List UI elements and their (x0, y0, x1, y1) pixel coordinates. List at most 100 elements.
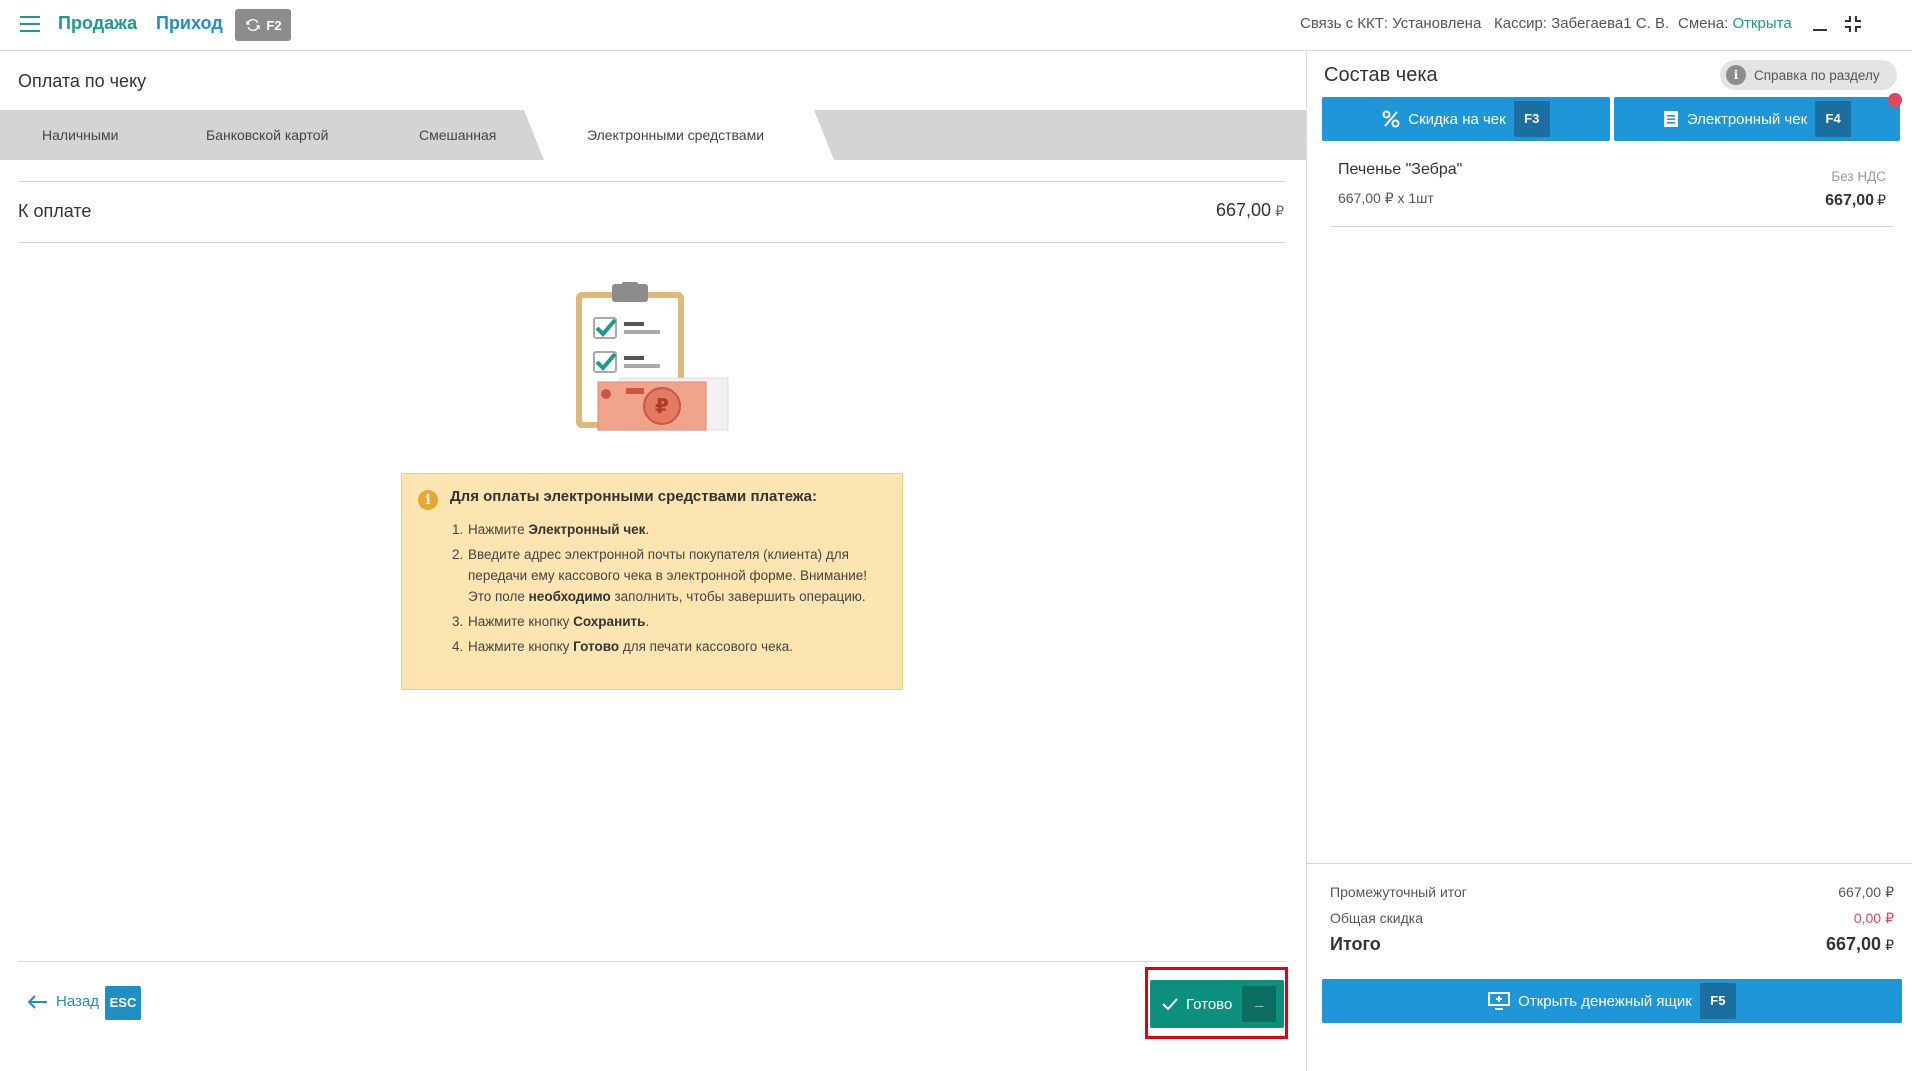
discount-total-value: 0,00 ₽ (1854, 910, 1894, 927)
cash-drawer-label: Открыть денежный ящик (1518, 992, 1692, 1010)
refresh-icon (246, 18, 261, 32)
step-number: 1. (452, 522, 464, 537)
subtotal-row: Промежуточный итог 667,00 ₽ (1330, 884, 1894, 901)
item-name: Печенье "Зебра" (1338, 161, 1463, 178)
item-vat: Без НДС (1831, 169, 1886, 184)
ready-label: Готово (1186, 995, 1233, 1013)
sync-button[interactable]: F2 (235, 9, 291, 41)
info-icon: i (418, 490, 438, 510)
exit-fullscreen-icon[interactable] (1843, 14, 1863, 34)
tab-electronic[interactable]: Электронными средствами (587, 110, 764, 160)
cashier-label: Кассир: (1494, 15, 1547, 32)
step-bold: Электронный чек (528, 522, 646, 537)
step-number: 4. (452, 639, 464, 654)
checkmark-icon (1162, 998, 1178, 1011)
currency-symbol: ₽ (1275, 203, 1284, 219)
echeck-label: Электронный чек (1686, 110, 1808, 128)
shift-value: Открыта (1732, 15, 1792, 32)
nav-sale[interactable]: Продажа (58, 13, 137, 34)
item-quantity: 667,00 ₽ х 1шт (1338, 190, 1434, 206)
tab-cash[interactable]: Наличными (42, 110, 118, 160)
item-price-number: 667,00 (1825, 192, 1875, 209)
total-label: Итого (1330, 934, 1381, 954)
total-value: 667,00 ₽ (1826, 934, 1894, 955)
panel-separator (1306, 51, 1307, 1071)
currency-symbol: ₽ (1885, 937, 1894, 953)
help-button[interactable]: i Справка по разделу (1720, 60, 1897, 90)
discount-label: Скидка на чек (1408, 110, 1506, 128)
discount-key: F3 (1513, 101, 1550, 137)
step-text: Нажмите кнопку (468, 639, 574, 654)
divider (1330, 226, 1894, 227)
step-bold: Сохранить (573, 614, 646, 629)
open-cash-drawer-button[interactable]: Открыть денежный ящик F5 (1322, 979, 1902, 1023)
instruction-step: 2. Введите адрес электронной почты покуп… (452, 544, 886, 607)
echeck-key: F4 (1815, 101, 1852, 137)
total-row: Итого 667,00 ₽ (1330, 934, 1894, 955)
step-text: заполнить, чтобы завершить операцию. (610, 589, 866, 604)
discount-total-label: Общая скидка (1330, 910, 1424, 926)
amount-due-label: К оплате (18, 201, 92, 221)
step-text: для печати кассового чека. (619, 639, 794, 654)
echeck-button[interactable]: Электронный чек F4 (1614, 97, 1900, 141)
shift-label: Смена: (1678, 15, 1729, 32)
ready-button[interactable]: Готово _ (1150, 980, 1284, 1028)
document-icon (1663, 111, 1678, 127)
nav-income[interactable]: Приход (156, 13, 223, 34)
percent-icon (1382, 110, 1400, 128)
subtotal-number: 667,00 (1838, 884, 1882, 900)
discount-total-row: Общая скидка 0,00 ₽ (1330, 910, 1894, 927)
step-text: . (645, 614, 650, 629)
ready-key-badge: _ (1242, 986, 1276, 1022)
step-text: Нажмите кнопку (468, 614, 574, 629)
tab-card[interactable]: Банковской картой (206, 110, 328, 160)
total-number: 667,00 (1826, 934, 1882, 954)
tab-mixed[interactable]: Смешанная (419, 110, 496, 160)
instructions-title: Для оплаты электронными средствами плате… (450, 488, 818, 505)
divider (18, 961, 1286, 962)
clipboard-payment-illustration: ₽ (576, 282, 729, 431)
help-label: Справка по разделу (1754, 67, 1880, 83)
currency-symbol: ₽ (1877, 192, 1886, 208)
divider (18, 242, 1286, 243)
esc-key-badge[interactable]: ESC (105, 986, 141, 1020)
step-text: . (645, 522, 650, 537)
svg-text:₽: ₽ (655, 394, 669, 418)
arrow-left-icon (28, 994, 47, 1009)
minimize-icon[interactable] (1810, 14, 1830, 34)
cash-drawer-icon (1488, 992, 1511, 1010)
divider (1306, 863, 1912, 864)
shift-status: Смена: Открыта (1678, 15, 1792, 32)
step-bold: необходимо (528, 589, 611, 604)
instruction-step: 1. Нажмите Электронный чек. (452, 519, 886, 540)
page-title: Оплата по чеку (18, 71, 147, 91)
divider (18, 181, 1286, 182)
amount-due-number: 667,00 (1216, 200, 1272, 220)
discount-button[interactable]: Скидка на чек F3 (1322, 97, 1610, 141)
subtotal-label: Промежуточный итог (1330, 884, 1467, 900)
cashier-status: Кассир: Забегаева1 С. В. (1494, 15, 1669, 32)
back-button[interactable]: Назад (28, 993, 99, 1010)
instructions-panel: i Для оплаты электронными средствами пла… (401, 473, 903, 690)
item-price: 667,00 ₽ (1825, 192, 1886, 210)
cash-drawer-key: F5 (1699, 983, 1736, 1019)
instructions-list: 1. Нажмите Электронный чек. 2. Введите а… (450, 519, 886, 657)
cashier-value: Забегаева1 С. В. (1551, 15, 1670, 32)
instruction-step: 4. Нажмите кнопку Готово для печати касс… (452, 636, 886, 657)
instruction-step: 3. Нажмите кнопку Сохранить. (452, 611, 886, 632)
currency-symbol: ₽ (1885, 910, 1894, 926)
hamburger-menu-icon[interactable] (20, 16, 40, 32)
info-icon: i (1726, 65, 1746, 85)
kkt-label: Связь с ККТ: (1300, 15, 1389, 32)
step-number: 2. (452, 547, 464, 562)
receipt-title: Состав чека (1324, 64, 1438, 86)
step-bold: Готово (573, 639, 620, 654)
sync-key: F2 (266, 17, 282, 33)
kkt-status: Связь с ККТ: Установлена (1300, 15, 1481, 32)
step-text: Нажмите (468, 522, 529, 537)
back-label: Назад (56, 993, 99, 1010)
top-bar: Продажа Приход F2 Связь с ККТ: Установле… (0, 0, 1912, 51)
kkt-value: Установлена (1392, 15, 1482, 32)
discount-total-number: 0,00 (1853, 910, 1882, 926)
currency-symbol: ₽ (1885, 884, 1894, 900)
